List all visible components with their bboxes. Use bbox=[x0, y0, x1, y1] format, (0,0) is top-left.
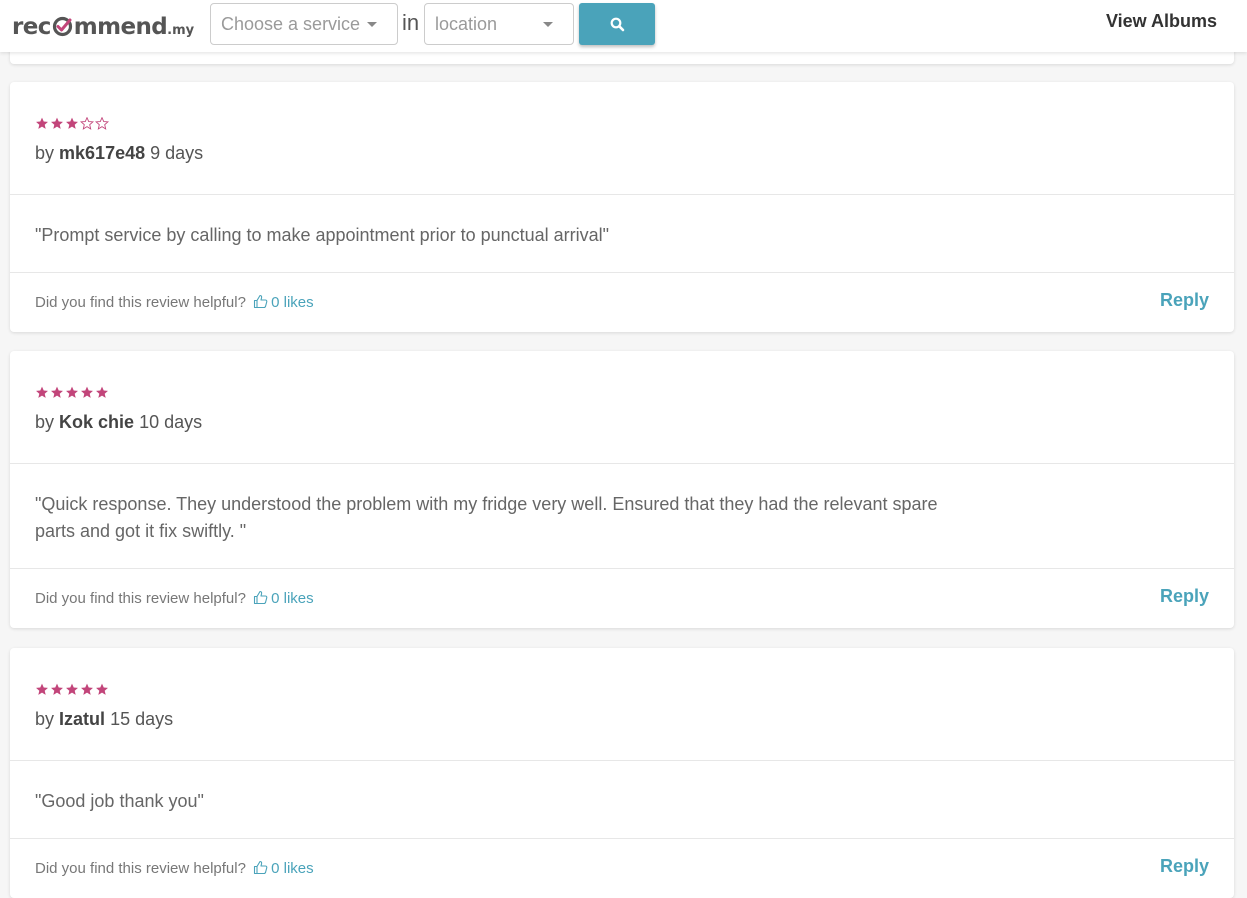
reply-link[interactable]: Reply bbox=[1160, 586, 1209, 607]
star-filled-icon bbox=[36, 117, 48, 129]
helpful-prompt: Did you find this review helpful? 0 like… bbox=[35, 294, 314, 311]
star-filled-icon bbox=[36, 683, 48, 695]
star-filled-icon bbox=[36, 386, 48, 398]
star-filled-icon bbox=[81, 683, 93, 695]
thumbs-up-icon bbox=[254, 590, 268, 605]
thumbs-up-icon bbox=[254, 294, 268, 309]
star-filled-icon bbox=[51, 386, 63, 398]
by-prefix: by bbox=[35, 143, 55, 163]
site-logo[interactable]: rec mmend.my bbox=[12, 12, 194, 46]
logo-tld: .my bbox=[167, 23, 195, 38]
review-byline: by Izatul 15 days bbox=[35, 709, 173, 730]
chevron-down-icon bbox=[543, 22, 553, 27]
likes-count: 0 likes bbox=[271, 590, 314, 607]
star-rating bbox=[35, 117, 109, 130]
likes-count: 0 likes bbox=[271, 294, 314, 311]
search-button[interactable] bbox=[579, 3, 655, 45]
thumbs-up-icon bbox=[254, 860, 268, 875]
logo-check-icon bbox=[52, 15, 73, 37]
star-filled-icon bbox=[66, 117, 78, 129]
star-empty-icon bbox=[80, 117, 94, 130]
review-body: "Prompt service by calling to make appoi… bbox=[10, 195, 1234, 273]
service-select[interactable]: Choose a service bbox=[210, 3, 398, 45]
review-age: 10 days bbox=[139, 412, 203, 432]
review-text: "Good job thank you" bbox=[35, 791, 204, 811]
review-body: "Quick response. They understood the pro… bbox=[10, 464, 1234, 569]
review-header: by Kok chie 10 days bbox=[10, 351, 1234, 464]
star-filled-icon bbox=[81, 386, 93, 398]
helpful-question: Did you find this review helpful? bbox=[35, 294, 246, 311]
reply-link[interactable]: Reply bbox=[1160, 856, 1209, 877]
review-author: mk617e48 bbox=[59, 143, 146, 163]
likes-count: 0 likes bbox=[271, 860, 314, 877]
review-footer: Did you find this review helpful? 0 like… bbox=[10, 273, 1234, 332]
star-filled-icon bbox=[66, 683, 78, 695]
star-filled-icon bbox=[51, 683, 63, 695]
review-card: by mk617e48 9 days "Prompt service by ca… bbox=[10, 82, 1234, 332]
star-rating bbox=[35, 683, 109, 696]
review-byline: by mk617e48 9 days bbox=[35, 143, 203, 164]
logo-text-end: mmend bbox=[73, 14, 168, 40]
by-prefix: by bbox=[35, 709, 55, 729]
view-albums-link[interactable]: View Albums bbox=[1106, 11, 1217, 32]
review-author: Kok chie bbox=[59, 412, 135, 432]
review-card: by Izatul 15 days "Good job thank you" D… bbox=[10, 648, 1234, 898]
star-filled-icon bbox=[96, 683, 108, 695]
star-filled-icon bbox=[96, 386, 108, 398]
like-button[interactable]: 0 likes bbox=[253, 590, 314, 607]
top-navbar: rec mmend.my Choose a service in location… bbox=[0, 0, 1247, 52]
review-age: 9 days bbox=[150, 143, 204, 163]
like-button[interactable]: 0 likes bbox=[253, 860, 314, 877]
chevron-down-icon bbox=[367, 22, 377, 27]
reply-link[interactable]: Reply bbox=[1160, 290, 1209, 311]
by-prefix: by bbox=[35, 412, 55, 432]
search-icon bbox=[610, 17, 624, 31]
helpful-question: Did you find this review helpful? bbox=[35, 860, 246, 877]
location-select-placeholder: location bbox=[435, 14, 498, 34]
review-text: "Quick response. They understood the pro… bbox=[35, 494, 938, 541]
review-card: by Kok chie 10 days "Quick response. The… bbox=[10, 351, 1234, 628]
review-text: "Prompt service by calling to make appoi… bbox=[35, 225, 610, 245]
review-age: 15 days bbox=[110, 709, 174, 729]
star-empty-icon bbox=[95, 117, 109, 130]
review-footer: Did you find this review helpful? 0 like… bbox=[10, 569, 1234, 628]
review-author: Izatul bbox=[59, 709, 106, 729]
star-rating bbox=[35, 386, 109, 399]
star-filled-icon bbox=[66, 386, 78, 398]
star-filled-icon bbox=[51, 117, 63, 129]
logo-text-start: rec bbox=[12, 14, 51, 40]
helpful-question: Did you find this review helpful? bbox=[35, 590, 246, 607]
review-body: "Good job thank you" bbox=[10, 761, 1234, 839]
like-button[interactable]: 0 likes bbox=[253, 294, 314, 311]
service-select-placeholder: Choose a service bbox=[221, 14, 361, 34]
review-byline: by Kok chie 10 days bbox=[35, 412, 202, 433]
location-select[interactable]: location bbox=[424, 3, 574, 45]
helpful-prompt: Did you find this review helpful? 0 like… bbox=[35, 590, 314, 607]
in-label: in bbox=[402, 10, 420, 35]
review-footer: Did you find this review helpful? 0 like… bbox=[10, 839, 1234, 898]
helpful-prompt: Did you find this review helpful? 0 like… bbox=[35, 860, 314, 877]
review-header: by mk617e48 9 days bbox=[10, 82, 1234, 195]
review-header: by Izatul 15 days bbox=[10, 648, 1234, 761]
